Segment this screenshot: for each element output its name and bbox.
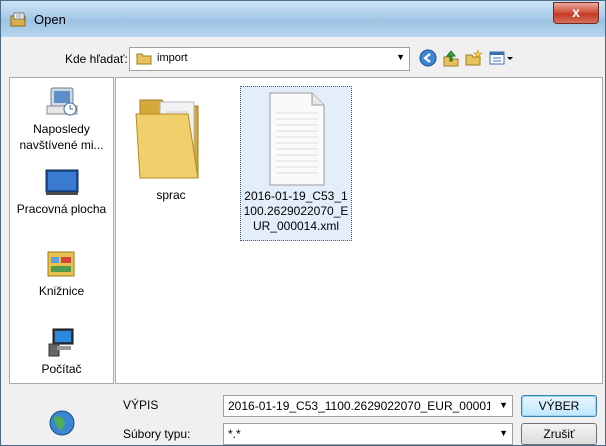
chevron-down-icon[interactable]: ▼ [499, 428, 508, 438]
file-name: sprac [156, 188, 186, 202]
up-folder-icon[interactable] [442, 49, 460, 67]
cancel-button[interactable]: Zrušiť [521, 423, 597, 445]
list-item[interactable]: 2016-01-19_C53_1100.2629022070_EUR_00001… [240, 86, 352, 241]
close-button[interactable]: x [553, 2, 599, 24]
place-recent[interactable]: Naposledy navštívené mi... [10, 84, 113, 153]
place-label: Pracovná plocha [16, 202, 107, 216]
document-icon [269, 92, 325, 186]
folder-icon [135, 99, 199, 179]
open-dialog: Open x Kde hľadať: import ▼ Naposledy na… [0, 0, 606, 446]
chevron-down-icon: ▼ [396, 52, 405, 62]
open-button[interactable]: VÝBER [521, 395, 597, 417]
look-in-value: import [157, 52, 188, 64]
file-type-value: *.* [228, 427, 241, 441]
file-name-value: 2016-01-19_C53_1100.2629022070_EUR_00001… [228, 399, 490, 413]
computer-icon [48, 328, 73, 357]
desktop-icon [45, 169, 78, 195]
window-title: Open [34, 12, 66, 27]
look-in-dropdown[interactable]: import ▼ [129, 47, 410, 71]
place-network[interactable] [10, 408, 113, 441]
file-name-label: VÝPIS [123, 398, 159, 412]
back-icon[interactable] [419, 49, 437, 67]
look-in-label: Kde hľadať: [65, 52, 128, 66]
chevron-down-icon[interactable]: ▼ [499, 400, 508, 410]
folder-icon [136, 53, 152, 65]
view-menu-icon[interactable] [488, 49, 516, 67]
place-label: Naposledy navštívené mi... [19, 122, 104, 152]
place-label: Počítač [41, 362, 82, 376]
places-bar: Naposledy navštívené mi... Pracovná ploc… [9, 77, 114, 436]
file-list[interactable]: sprac 2016-01-19_C53_1100.2629022070_EUR… [115, 77, 603, 384]
recent-places-icon [46, 87, 77, 116]
file-type-label: Súbory typu: [123, 427, 191, 441]
place-label: Knižnice [38, 284, 85, 298]
file-name: 2016-01-19_C53_1100.2629022070_EUR_00001… [243, 189, 349, 233]
file-name-input[interactable]: 2016-01-19_C53_1100.2629022070_EUR_00001… [223, 395, 513, 417]
toolbar: Kde hľadať: import ▼ [9, 43, 601, 73]
place-computer[interactable]: Počítač [10, 326, 113, 377]
new-folder-icon[interactable] [465, 49, 483, 67]
libraries-icon [47, 251, 74, 277]
file-type-select[interactable]: *.* ▼ [223, 423, 513, 445]
title-bar[interactable]: Open x [1, 1, 605, 37]
place-desktop[interactable]: Pracovná plocha [10, 168, 113, 217]
place-libraries[interactable]: Knižnice [10, 248, 113, 299]
list-item[interactable]: sprac [132, 84, 210, 203]
open-folder-app-icon [10, 12, 26, 27]
network-icon [49, 410, 74, 436]
